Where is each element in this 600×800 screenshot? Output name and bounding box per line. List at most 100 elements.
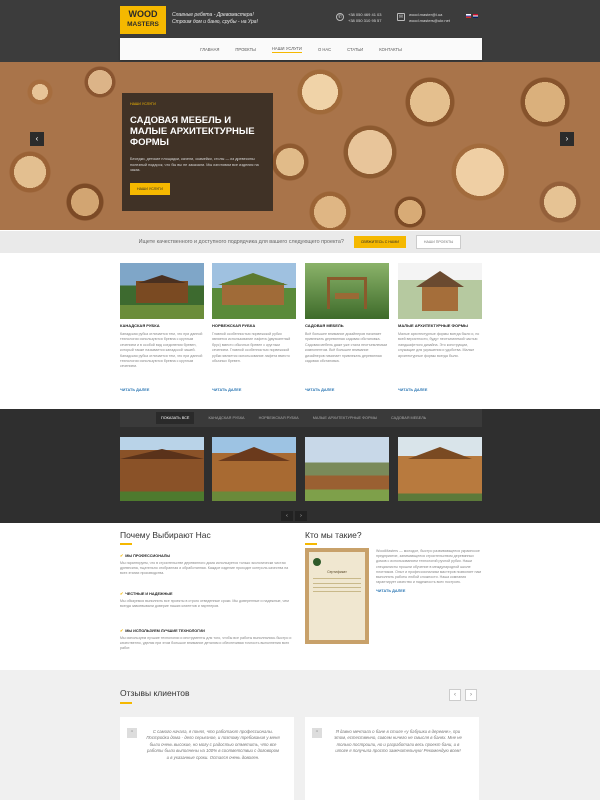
tab-norwegian[interactable]: Норвежская рубка [259,416,299,420]
hero-tag: Наши услуги [130,102,156,106]
flag-ru-icon[interactable] [466,14,471,18]
review-text: С самого начала, я понял, что работают п… [146,729,280,760]
tab-garden[interactable]: Садовая мебель [391,416,426,420]
reviews-section [0,670,600,800]
service-text: Канадская рубка отличается тем, что при … [120,332,203,369]
slogan: Славные ребята - Древомастера! Строим до… [172,12,258,26]
service-card-small-forms: Малые архитектурные формы Малые архитект… [398,263,482,392]
read-more-link[interactable]: Читать далее [212,388,296,392]
why-item-text: Мы гарантируем, что в строительстве дере… [120,561,289,576]
review-card: “ С самого начала, я понял, что работают… [120,717,294,800]
check-icon: ✔ [120,629,124,633]
hero-text: Беседки, детские площадки, качели, скаме… [130,157,259,172]
service-title: Норвежская рубка [212,323,256,328]
tab-all[interactable]: Показать всё [156,412,195,424]
why-title: Почему Выбирают Нас [120,530,211,540]
hero-background-image [0,62,600,230]
quote-icon: “ [312,728,322,738]
hero-slider: ‹ › [0,62,600,230]
phone-icon: ✆ [336,13,344,21]
why-item-technologies: ✔ Мы используем лучшие технологии Мы испо… [120,628,292,652]
mail-icon: ✉ [397,13,405,21]
contact-us-button[interactable]: Свяжитесь с нами [353,236,406,248]
reviews-prev-button[interactable]: ‹ [449,689,461,701]
service-card-norwegian: Норвежская рубка Главной особенностью но… [212,263,296,392]
read-more-link[interactable]: Читать далее [305,388,389,392]
why-underline [120,543,132,545]
portfolio-image[interactable] [120,437,204,501]
service-text: Всё большее внимание дизайнеров начинает… [305,332,387,364]
portfolio-image[interactable] [212,437,296,501]
about-text: WoodMasters — молодое, быстро развивающе… [376,549,481,585]
nav-contacts[interactable]: Контакты [379,47,402,52]
logo-line2: MASTERS [127,21,159,28]
nav-projects[interactable]: Проекты [235,47,255,52]
why-item-text: Мы используем лучшие технологии и инстру… [120,636,292,651]
nav-about[interactable]: О нас [318,47,331,52]
service-text: Главной особенностью норвежской рубки яв… [212,332,291,364]
portfolio-section: Показать всё Канадская рубка Норвежская … [0,409,600,523]
portfolio-image[interactable] [305,437,389,501]
phones: +38 050 469 41 03 +38 050 310 95 57 [348,12,381,23]
certificate-image[interactable]: Сертификат [305,548,369,644]
why-item-text: Мы обязуемся выполнить все проекты в стр… [120,599,289,609]
slogan-line2: Строим дом и баню, срубы - на Ура! [172,19,258,25]
why-item-reliable: ✔ Честные и надежные Мы обязуемся выполни… [120,591,292,609]
review-text: Я давно мечтала о бане в стиле «у бабушк… [334,729,462,754]
about-underline [305,543,317,545]
check-icon: ✔ [120,554,124,558]
certificate-title: Сертификат [327,570,347,574]
service-card-canadian: Канадская рубка Канадская рубка отличает… [120,263,204,392]
nav-services[interactable]: Наши услуги [271,46,302,53]
service-text: Малые архитектурные формы всегда были и,… [398,332,480,358]
portfolio-next-button[interactable]: › [295,511,307,521]
nav-articles[interactable]: Статьи [347,47,363,52]
phone-1[interactable]: +38 050 469 41 03 [348,12,381,18]
check-icon: ✔ [120,592,124,596]
language-switcher [466,14,478,18]
about-read-more-link[interactable]: Читать далее [376,589,482,594]
our-projects-button[interactable]: Наши проекты [415,235,462,249]
email-2[interactable]: wood.masters@ukr.net [409,18,450,24]
about-block: WoodMasters — молодое, быстро развивающе… [376,549,482,595]
about-title: Кто мы такие? [305,530,362,540]
why-item-title: ✔ Мы профессионалы [120,554,171,558]
logo[interactable]: WOOD MASTERS [120,6,166,34]
phone-2[interactable]: +38 050 310 95 57 [348,18,381,24]
tab-small-forms[interactable]: Малые архитектурные формы [313,416,377,420]
quote-icon: “ [127,728,137,738]
hero-next-button[interactable]: › [560,132,574,146]
read-more-link[interactable]: Читать далее [120,388,204,392]
slogan-line1: Славные ребята - Древомастера! [172,12,254,18]
hero-title: Садовая мебель и малые архитектурные фор… [130,115,255,148]
service-card-garden: Садовая мебель Всё большее внимание диза… [305,263,389,392]
reviews-underline [120,702,132,704]
reviews-title: Отзывы клиентов [120,688,190,698]
hero-caption: Наши услуги Садовая мебель и малые архит… [122,93,273,211]
reviews-next-button[interactable]: › [465,689,477,701]
site-header: WOOD MASTERS Славные ребята - Древомасте… [0,0,600,62]
read-more-link[interactable]: Читать далее [398,388,482,392]
portfolio-prev-button[interactable]: ‹ [281,511,293,521]
portfolio-filter-tabs: Показать всё Канадская рубка Норвежская … [120,409,482,427]
flag-en-icon[interactable] [473,14,478,18]
why-item-title: ✔ Честные и надежные [120,592,173,596]
portfolio-image[interactable] [398,437,482,501]
service-title: Садовая мебель [305,323,344,328]
cta-bar: Ищете качественного и доступного подрядч… [0,231,600,253]
why-item-professionals: ✔ Мы профессионалы Мы гарантируем, что в … [120,553,292,577]
logo-line1: WOOD [128,9,158,19]
tab-canadian[interactable]: Канадская рубка [208,416,244,420]
review-card: “ Я давно мечтала о бане в стиле «у бабу… [305,717,479,800]
emails: wood.master@i.ua wood.masters@ukr.net [409,12,450,23]
why-item-title: ✔ Мы используем лучшие технологии [120,629,205,633]
cta-question: Ищете качественного и доступного подрядч… [138,239,344,245]
hero-prev-button[interactable]: ‹ [30,132,44,146]
certificate-seal-icon [313,558,321,566]
nav-home[interactable]: Главная [200,47,219,52]
service-title: Канадская рубка [120,323,160,328]
main-nav: Главная Проекты Наши услуги О нас Статьи… [120,38,482,60]
service-title: Малые архитектурные формы [398,323,468,328]
hero-services-button[interactable]: Наши услуги [130,182,170,195]
certificate-paper: Сертификат [309,552,365,640]
